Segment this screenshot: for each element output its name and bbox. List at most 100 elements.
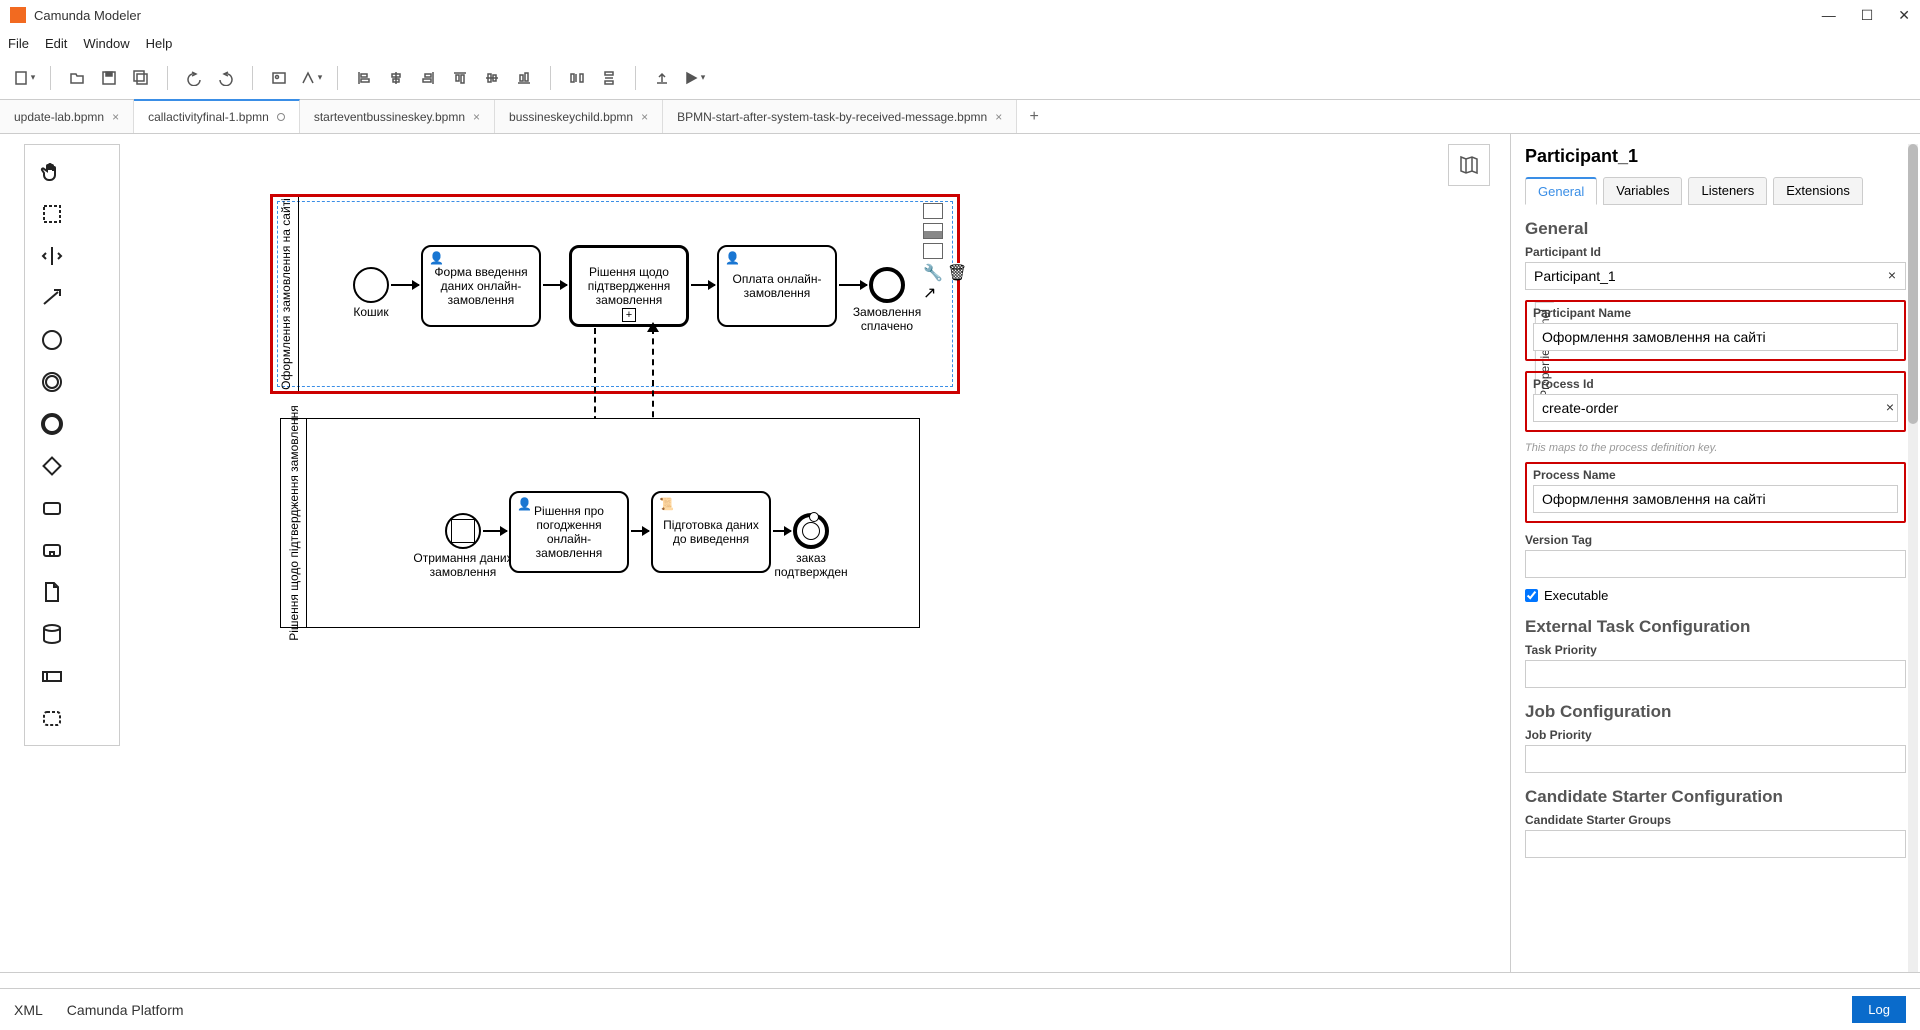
redo-button[interactable] (214, 66, 238, 90)
add-tab-button[interactable]: + (1017, 100, 1051, 133)
end-event-confirmed[interactable] (793, 513, 829, 549)
group-icon[interactable] (31, 697, 73, 739)
hand-tool-icon[interactable] (31, 151, 73, 193)
scrollbar[interactable] (1908, 144, 1918, 978)
clear-icon[interactable]: × (1888, 267, 1896, 283)
executable-checkbox[interactable] (1525, 589, 1538, 602)
log-button[interactable]: Log (1852, 996, 1906, 1023)
context-lane-below-icon[interactable] (923, 243, 943, 259)
align-top-button[interactable] (448, 66, 472, 90)
tab-update-lab[interactable]: update-lab.bpmn× (0, 100, 134, 133)
pool-label: Рішення щодо підтвердження замовлення (281, 419, 307, 627)
task-payment[interactable]: 👤 Оплата онлайн-замовлення (717, 245, 837, 327)
process-name-input[interactable] (1533, 485, 1898, 513)
open-button[interactable] (65, 66, 89, 90)
menu-file[interactable]: File (8, 36, 29, 51)
context-connect-icon[interactable]: ↗ (923, 283, 943, 299)
context-delete-icon[interactable]: 🗑 (947, 263, 967, 279)
save-button[interactable] (97, 66, 121, 90)
pool-icon[interactable] (31, 655, 73, 697)
participant-id-label: Participant Id (1525, 245, 1906, 259)
pool-decision-subprocess[interactable]: Рішення щодо підтвердження замовлення От… (280, 418, 920, 628)
undo-button[interactable] (182, 66, 206, 90)
prop-tab-extensions[interactable]: Extensions (1773, 177, 1863, 205)
context-pad: 🔧🗑 ↗ (923, 203, 967, 299)
status-xml[interactable]: XML (14, 1002, 43, 1018)
color-button[interactable] (299, 66, 323, 90)
user-task-icon: 👤 (517, 497, 532, 511)
canvas[interactable]: Оформлення замовлення на сайті Кошик 👤 Ф… (0, 134, 1510, 988)
version-tag-input[interactable] (1525, 550, 1906, 578)
status-platform[interactable]: Camunda Platform (67, 1002, 184, 1018)
process-name-label: Process Name (1533, 468, 1898, 482)
close-icon[interactable]: × (995, 110, 1002, 124)
candidate-groups-label: Candidate Starter Groups (1525, 813, 1906, 827)
process-id-label: Process Id (1533, 377, 1898, 391)
start-event-koshik[interactable] (353, 267, 389, 303)
task-form-input[interactable]: 👤 Форма введення даних онлайн-замовлення (421, 245, 541, 327)
align-middle-button[interactable] (480, 66, 504, 90)
space-tool-icon[interactable] (31, 235, 73, 277)
candidate-groups-input[interactable] (1525, 830, 1906, 858)
minimap-toggle[interactable] (1448, 144, 1490, 186)
close-icon[interactable]: × (473, 110, 480, 124)
tab-callactivityfinal[interactable]: callactivityfinal-1.bpmn (134, 99, 300, 133)
participant-name-input[interactable] (1533, 323, 1898, 351)
executable-label: Executable (1544, 588, 1608, 603)
prop-tab-general[interactable]: General (1525, 177, 1597, 205)
start-event-icon[interactable] (31, 319, 73, 361)
call-activity-decision[interactable]: Рішення щодо підтвердження замовлення + (569, 245, 689, 327)
align-center-button[interactable] (384, 66, 408, 90)
distribute-h-button[interactable] (565, 66, 589, 90)
save-all-button[interactable] (129, 66, 153, 90)
context-lane-above-icon[interactable] (923, 203, 943, 219)
minimize-icon[interactable]: — (1822, 7, 1836, 24)
align-bottom-button[interactable] (512, 66, 536, 90)
tab-starteventbussineskey[interactable]: starteventbussineskey.bpmn× (300, 100, 495, 133)
distribute-v-button[interactable] (597, 66, 621, 90)
section-external-task: External Task Configuration (1525, 617, 1906, 637)
statusbar: XML Camunda Platform Log (0, 988, 1920, 1030)
align-right-button[interactable] (416, 66, 440, 90)
job-priority-input[interactable] (1525, 745, 1906, 773)
pool-participant-1[interactable]: Оформлення замовлення на сайті Кошик 👤 Ф… (270, 194, 960, 394)
prop-tab-variables[interactable]: Variables (1603, 177, 1682, 205)
task-icon[interactable] (31, 487, 73, 529)
prop-tab-listeners[interactable]: Listeners (1688, 177, 1767, 205)
data-store-icon[interactable] (31, 613, 73, 655)
task-approve[interactable]: 👤 Рішення про погодження онлайн-замовлен… (509, 491, 629, 573)
start-event-receive-data[interactable] (445, 513, 481, 549)
context-lane-divide-icon[interactable] (923, 223, 943, 239)
menu-window[interactable]: Window (83, 36, 129, 51)
close-icon[interactable]: × (641, 110, 648, 124)
task-prepare-output[interactable]: 📜 Підготовка даних до виведення (651, 491, 771, 573)
maximize-icon[interactable]: ☐ (1861, 7, 1874, 24)
participant-id-input[interactable] (1525, 262, 1906, 290)
version-tag-label: Version Tag (1525, 533, 1906, 547)
tab-bussineskeychild[interactable]: bussineskeychild.bpmn× (495, 100, 663, 133)
clear-icon[interactable]: × (1886, 399, 1894, 415)
task-priority-input[interactable] (1525, 660, 1906, 688)
menu-help[interactable]: Help (146, 36, 173, 51)
intermediate-event-icon[interactable] (31, 361, 73, 403)
menu-edit[interactable]: Edit (45, 36, 67, 51)
subprocess-icon[interactable] (31, 529, 73, 571)
context-wrench-icon[interactable]: 🔧 (923, 263, 943, 279)
data-object-icon[interactable] (31, 571, 73, 613)
end-event-paid[interactable] (869, 267, 905, 303)
section-job-config: Job Configuration (1525, 702, 1906, 722)
align-left-button[interactable] (352, 66, 376, 90)
lasso-tool-icon[interactable] (31, 193, 73, 235)
start-event-label: Отримання даних замовлення (413, 551, 513, 579)
deploy-button[interactable] (650, 66, 674, 90)
end-event-icon[interactable] (31, 403, 73, 445)
new-file-button[interactable] (12, 66, 36, 90)
image-export-button[interactable] (267, 66, 291, 90)
close-icon[interactable]: ✕ (1898, 7, 1910, 24)
close-icon[interactable]: × (112, 110, 119, 124)
process-id-input[interactable] (1533, 394, 1898, 422)
gateway-icon[interactable] (31, 445, 73, 487)
tab-bpmn-start-after[interactable]: BPMN-start-after-system-task-by-received… (663, 100, 1017, 133)
connect-tool-icon[interactable] (31, 277, 73, 319)
run-button[interactable] (682, 66, 706, 90)
